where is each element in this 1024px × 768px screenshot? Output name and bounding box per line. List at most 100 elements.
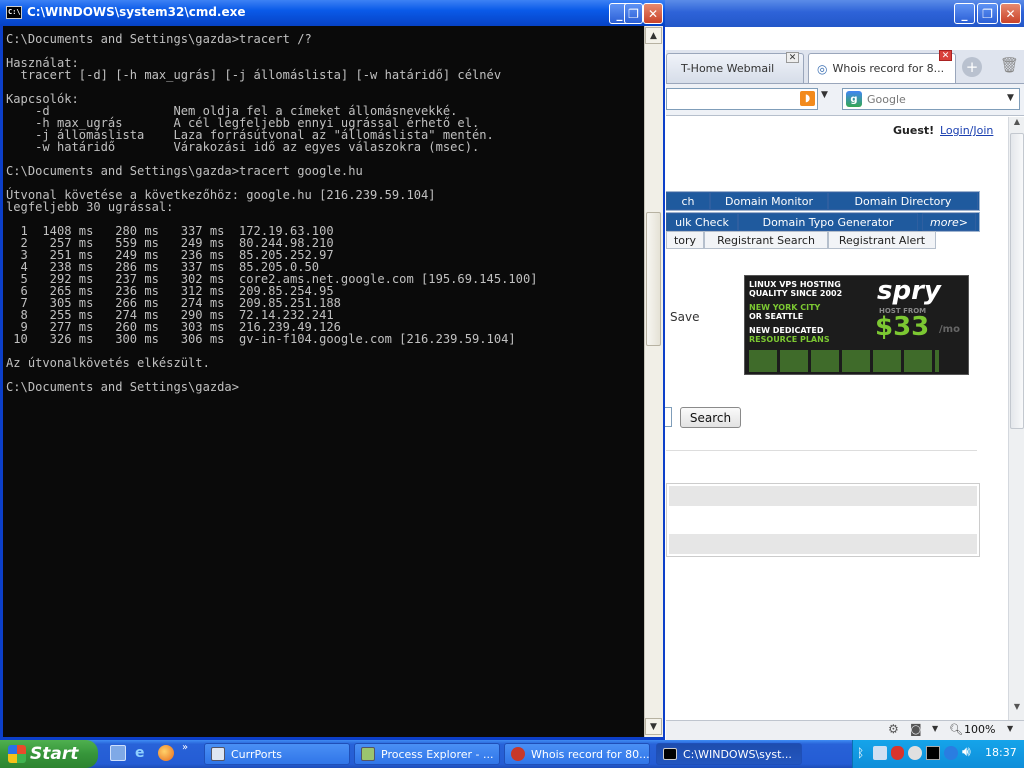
clock[interactable]: 18:37 (985, 746, 1017, 759)
subtab-history[interactable]: tory (666, 231, 704, 249)
addon-icon[interactable]: ⚙ (888, 722, 899, 736)
tab-whois-record[interactable]: ◎ Whois record for 8... (808, 53, 956, 83)
scroll-thumb[interactable] (646, 212, 661, 346)
windows-logo-icon (8, 745, 26, 763)
subtab-registrant-search[interactable]: Registrant Search (704, 231, 828, 249)
cmd-maximize-button[interactable]: ❐ (624, 3, 643, 24)
nav-more[interactable]: more> (922, 213, 976, 231)
taskbar-item-label: Whois record for 80... (531, 747, 650, 761)
web-search-input[interactable]: Google (842, 88, 1020, 110)
browser-icon (511, 747, 525, 761)
minimize-icon: _ (616, 6, 623, 21)
globe-icon: ◎ (817, 61, 828, 76)
ad-line: RESOURCE PLANS (749, 335, 830, 344)
google-icon[interactable]: g (846, 91, 862, 107)
browser-maximize-button[interactable]: ❐ (977, 3, 998, 24)
internet-explorer-icon[interactable]: e (135, 745, 151, 761)
system-tray: ᛒ 🔊︎ 18:37 (852, 740, 1024, 768)
start-button[interactable]: Start (0, 740, 98, 768)
camera-dropdown-icon[interactable]: ▼ (932, 724, 938, 733)
zoom-dropdown-icon[interactable]: ▼ (1007, 724, 1013, 733)
close-icon: ✕ (1005, 6, 1016, 21)
show-desktop-icon[interactable] (110, 745, 126, 761)
browser-vertical-scrollbar[interactable]: ▲ ▼ (1008, 117, 1024, 720)
cmd-icon (663, 748, 677, 760)
ad-plan-grid (749, 350, 939, 372)
divider (666, 450, 977, 451)
table-row (669, 486, 977, 506)
search-button[interactable]: Search (680, 407, 741, 428)
nav-domain-typo-generator[interactable]: Domain Typo Generator (738, 213, 918, 231)
scroll-down-icon[interactable]: ▼ (645, 718, 662, 735)
rss-feed-icon[interactable]: ◗ (800, 91, 815, 106)
tab-close-icon[interactable]: ✕ (939, 50, 952, 61)
console-output[interactable]: C:\Documents and Settings\gazda>tracert … (6, 33, 642, 733)
maximize-icon: ❐ (628, 6, 639, 21)
taskbar-item-label: Process Explorer - ... (381, 747, 494, 761)
spry-ad-banner[interactable]: LINUX VPS HOSTING QUALITY SINCE 2002 NEW… (744, 275, 969, 375)
quicklaunch-overflow-icon[interactable]: » (182, 742, 188, 753)
zoom-level[interactable]: 100% (964, 723, 995, 736)
ad-line: NEW YORK CITY (749, 303, 821, 312)
taskbar-item-process-explorer[interactable]: Process Explorer - ... (354, 743, 500, 765)
rss-dropdown-icon[interactable]: ▼ (821, 90, 828, 100)
restore-icon: ❐ (982, 6, 993, 21)
network-icon[interactable] (873, 746, 887, 760)
info-icon[interactable] (944, 746, 958, 760)
browser-status-bar: ⚙ ◙ ▼ 🔍︎ 100% ▼ (666, 720, 1024, 740)
ad-brand-logo: spry (877, 276, 941, 306)
nav-bulk-check[interactable]: ulk Check (666, 213, 738, 231)
nav-domain-monitor[interactable]: Domain Monitor (710, 192, 828, 210)
scroll-thumb[interactable] (1010, 133, 1024, 429)
close-icon: ✕ (647, 6, 659, 21)
zoom-icon: 🔍︎ (949, 723, 963, 736)
subtab-registrant-alert[interactable]: Registrant Alert (828, 231, 936, 249)
scroll-down-icon[interactable]: ▼ (1010, 702, 1024, 718)
camera-icon[interactable]: ◙ (910, 722, 922, 736)
tab-close-icon[interactable]: ✕ (786, 52, 799, 63)
scroll-up-icon[interactable]: ▲ (1010, 117, 1024, 133)
firefox-icon[interactable] (158, 745, 174, 761)
ad-line: LINUX VPS HOSTING (749, 280, 841, 289)
tab-label: Whois record for 8... (832, 62, 945, 75)
scroll-up-icon[interactable]: ▲ (645, 27, 662, 44)
cmd-close-button[interactable]: ✕ (643, 3, 663, 24)
domain-input[interactable] (664, 407, 672, 427)
nav-domain-directory[interactable]: Domain Directory (828, 192, 978, 210)
new-tab-plus-icon[interactable]: + (962, 57, 982, 77)
browser-close-button[interactable]: ✕ (1000, 3, 1021, 24)
cmd-app-icon[interactable]: C:\ (6, 6, 22, 19)
browser-minimize-button[interactable]: _ (954, 3, 975, 24)
nav-search-button[interactable]: ch (666, 192, 710, 210)
tab-thome-webmail[interactable]: T-Home Webmail (666, 53, 804, 83)
volume-icon[interactable]: 🔊︎ (962, 744, 971, 760)
cmd-window-title: C:\WINDOWS\system32\cmd.exe (27, 5, 246, 19)
trash-icon[interactable]: 🗑 (1000, 56, 1019, 76)
taskbar-item-cmd[interactable]: C:\WINDOWS\syst... (656, 743, 802, 765)
taskbar-item-whois-browser[interactable]: Whois record for 80... (504, 743, 650, 765)
bluetooth-icon[interactable]: ᛒ (857, 746, 864, 760)
ad-line: OR SEATTLE (749, 312, 804, 321)
search-placeholder: Google (867, 92, 906, 106)
cmd-window: C:\ C:\WINDOWS\system32\cmd.exe _ ❐ ✕ C:… (0, 0, 665, 740)
antivirus-icon[interactable] (908, 746, 922, 760)
results-table (666, 483, 980, 557)
page-content: Guest! Login/Join ch Domain Monitor Doma… (664, 117, 1008, 720)
process-explorer-icon (361, 747, 375, 761)
security-shield-icon[interactable] (891, 746, 904, 760)
taskbar-item-label: CurrPorts (231, 747, 283, 761)
address-bar[interactable] (666, 88, 818, 110)
console-tray-icon[interactable] (926, 746, 940, 760)
search-engine-dropdown-icon[interactable]: ▼ (1007, 93, 1014, 103)
login-join-link[interactable]: Login/Join (940, 124, 993, 137)
cmd-title-bar[interactable]: C:\ C:\WINDOWS\system32\cmd.exe _ ❐ ✕ (0, 0, 665, 26)
ad-line: QUALITY SINCE 2002 (749, 289, 843, 298)
cmd-vertical-scrollbar[interactable]: ▲ ▼ (644, 26, 663, 737)
save-label[interactable]: Save (670, 310, 699, 324)
guest-label: Guest! (893, 124, 935, 137)
ad-line: NEW DEDICATED (749, 326, 824, 335)
start-label: Start (30, 744, 79, 764)
table-row (669, 534, 977, 554)
taskbar-item-currports[interactable]: CurrPorts (204, 743, 350, 765)
minimize-icon: _ (961, 6, 968, 21)
